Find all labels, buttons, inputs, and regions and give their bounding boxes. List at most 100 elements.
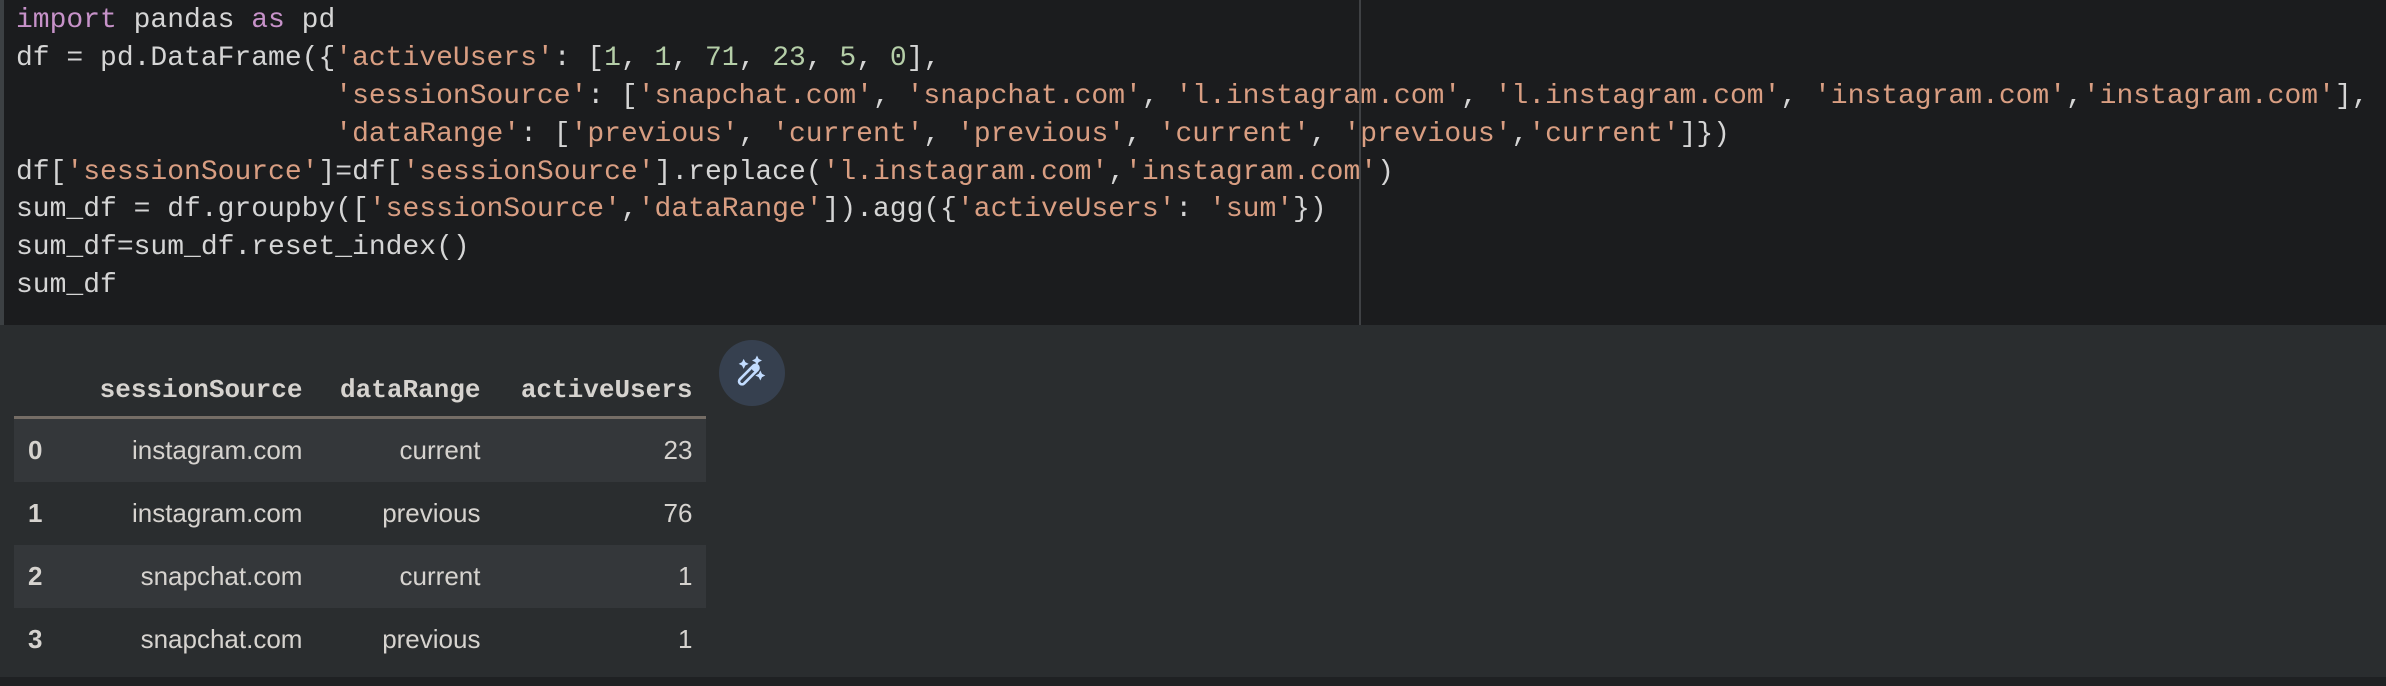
cell-dataRange: previous [316, 608, 495, 671]
code-token-str: 'snapchat.com' [637, 80, 873, 112]
code-token-num: 5 [839, 42, 857, 74]
code-token-pl: , [923, 118, 958, 150]
code-line[interactable]: sum_df = df.groupby(['sessionSource','da… [16, 191, 2369, 229]
code-token-pl: }) [1293, 194, 1327, 226]
row-index: 3 [14, 608, 71, 671]
code-token-str: 'activeUsers' [956, 194, 1176, 226]
code-token-pl: ]).agg({ [822, 194, 957, 226]
row-index: 1 [14, 482, 71, 545]
code-token-pl: df = pd.DataFrame({ [16, 42, 336, 74]
code-token-str: 'current' [1528, 118, 1680, 150]
code-token-pl: , [738, 118, 773, 150]
code-token-pl: df[ [16, 156, 67, 188]
column-header-sessionSource: sessionSource [70, 353, 317, 419]
code-token-str: 'previous' [570, 118, 739, 150]
code-token-str: 'l.instagram.com' [1494, 80, 1781, 112]
code-token-pl: pandas [116, 5, 252, 36]
table-row: 0 instagram.com current 23 [14, 417, 707, 482]
code-line[interactable]: import pandas as pd [16, 2, 2369, 40]
row-index: 2 [14, 545, 71, 608]
cell-focus-bar [0, 0, 4, 325]
code-token-str: 'dataRange' [335, 118, 521, 150]
code-line[interactable]: sum_df=sum_df.reset_index() [16, 229, 2369, 267]
cell-sessionSource: instagram.com [70, 417, 317, 482]
code-token-pl: ) [1377, 156, 1394, 188]
cell-dataRange: current [316, 417, 495, 482]
code-token-pl: , [856, 42, 890, 74]
code-line[interactable]: sum_df [16, 267, 2369, 305]
suggest-chart-button[interactable] [719, 340, 785, 406]
code-token-str: 'sessionSource' [66, 156, 319, 188]
code-line[interactable]: 'dataRange': ['previous', 'current', 'pr… [16, 116, 2369, 154]
code-token-kw: import [16, 5, 117, 36]
code-token-pl: ].replace( [654, 156, 823, 188]
code-token-pl: , [620, 42, 655, 74]
code-token-str: 'snapchat.com' [906, 80, 1142, 112]
table-row: 3 snapchat.com previous 1 [14, 608, 707, 671]
cell-sessionSource: snapchat.com [70, 545, 317, 608]
code-token-pl: , [1141, 80, 1176, 112]
code-token-pl: , [805, 42, 840, 74]
code-token-pl: : [ [520, 118, 571, 150]
table-header-row: sessionSource dataRange activeUsers [14, 353, 707, 419]
cell-activeUsers: 76 [494, 482, 707, 545]
code-token-num: 71 [704, 42, 739, 74]
code-token-pl: , [1108, 156, 1126, 188]
code-cell[interactable]: import pandas as pd df = pd.DataFrame({'a… [0, 0, 2386, 325]
code-token-str: 'dataRange' [637, 194, 823, 226]
code-token-pl: , [2066, 80, 2083, 112]
code-token-num: 23 [772, 42, 806, 74]
cell-sessionSource: instagram.com [70, 482, 317, 545]
code-token-pl: , [872, 80, 907, 112]
code-token-pl: ], [2334, 80, 2369, 112]
code-token-str: 'previous' [1343, 118, 1512, 150]
code-token-str: 'current' [772, 118, 924, 150]
cell-bottom-divider [0, 677, 2386, 686]
code-token-pl: sum_df = df.groupby([ [16, 194, 369, 226]
cell-dataRange: previous [316, 482, 495, 545]
code-token-pl: : [ [553, 42, 605, 74]
code-token-num: 1 [604, 42, 621, 74]
code-token-pl: , [1511, 118, 1529, 150]
code-token-pl: sum_df [16, 270, 117, 302]
code-token-pl: pd [284, 5, 336, 36]
code-token-str: 'current' [1158, 118, 1310, 150]
cell-output: sessionSource dataRange activeUsers 0 in… [0, 325, 2386, 677]
code-line[interactable]: 'sessionSource': ['snapchat.com', 'snapc… [16, 78, 2369, 116]
index-header [14, 353, 71, 419]
code-token-pl: : [ [587, 80, 638, 112]
code-line[interactable]: df = pd.DataFrame({'activeUsers': [1, 1,… [16, 40, 2369, 78]
code-token-str: 'instagram.com' [2082, 80, 2335, 112]
code-token-pl: , [1125, 118, 1159, 150]
code-token-str: 'activeUsers' [335, 42, 554, 74]
code-token-pl: , [1461, 80, 1495, 112]
code-token-pl: , [671, 42, 705, 74]
cell-activeUsers: 1 [494, 608, 707, 671]
code-token-str: 'sessionSource' [368, 194, 621, 226]
table-row: 2 snapchat.com current 1 [14, 545, 707, 608]
code-token-pl: , [1780, 80, 1814, 112]
code-token-num: 1 [654, 42, 672, 74]
magic-wand-icon [737, 355, 766, 386]
code-token-pl: ], [906, 42, 941, 74]
cell-activeUsers: 1 [494, 545, 707, 608]
code-token-pl: : [1175, 194, 1210, 226]
code-token-kw: as [251, 5, 285, 36]
cell-dataRange: current [316, 545, 495, 608]
dataframe-table: sessionSource dataRange activeUsers 0 in… [14, 353, 707, 671]
code-token-pl: , [620, 194, 638, 226]
code-token-str: 'instagram.com' [1125, 156, 1378, 188]
code-token-str: 'instagram.com' [1813, 80, 2067, 112]
code-line[interactable]: df['sessionSource']=df['sessionSource'].… [16, 154, 2369, 192]
code-token-pl: ]}) [1679, 118, 1730, 150]
editor-ruler-line [1359, 0, 1361, 325]
code-token-str: 'sum' [1209, 194, 1294, 226]
code-token-str: 'previous' [957, 118, 1126, 150]
code-token-str: 'sessionSource' [335, 80, 588, 112]
code-token-pl: , [738, 42, 773, 74]
code-token-str: 'l.instagram.com' [1175, 80, 1462, 112]
code-token-pl: ]=df[ [318, 156, 403, 188]
code-editor[interactable]: import pandas as pd df = pd.DataFrame({'a… [16, 2, 2369, 305]
